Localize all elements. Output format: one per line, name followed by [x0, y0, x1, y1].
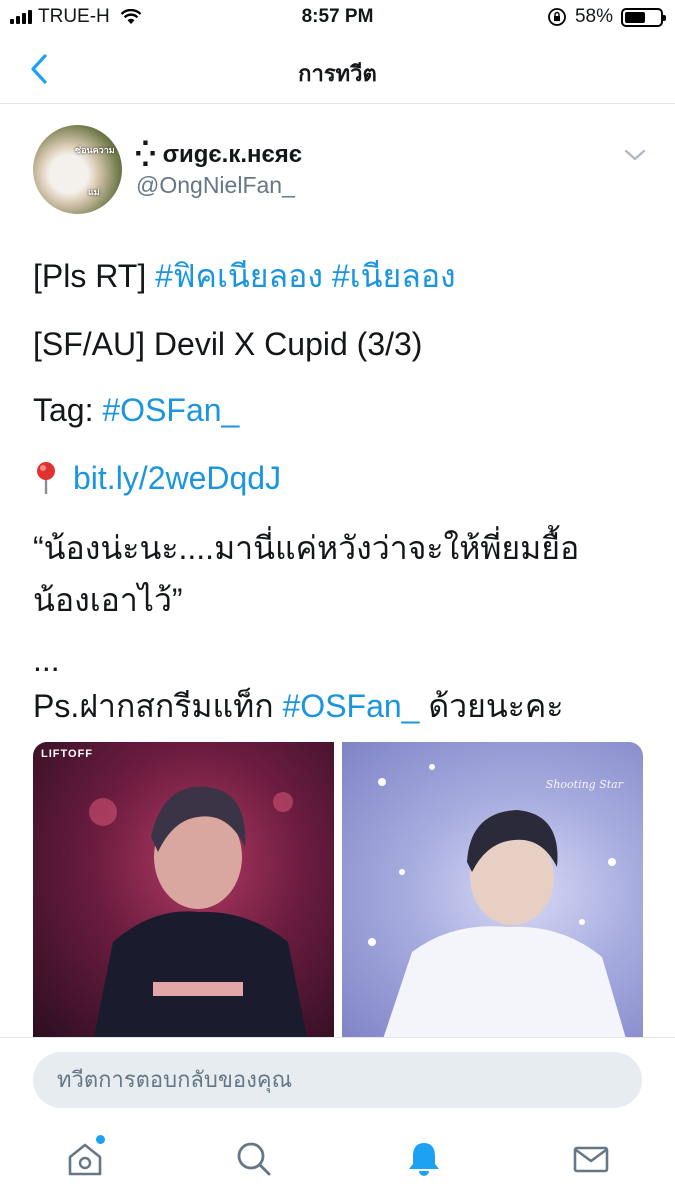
messages-icon [573, 1146, 609, 1173]
tab-bar [0, 1121, 675, 1200]
tweet-text: ... [33, 642, 60, 678]
hashtag-link[interactable]: #OSFan_ [102, 392, 239, 428]
photo-figure [368, 764, 627, 1042]
tab-notifications[interactable] [404, 1139, 444, 1179]
status-right: 58% [547, 6, 666, 28]
reply-composer: ทวีตการตอบกลับของคุณ [0, 1037, 675, 1121]
page-title: การทวีต [298, 61, 377, 86]
tab-search[interactable] [234, 1139, 274, 1179]
tweet-line: bit.ly/2weDqdJ [33, 458, 281, 498]
tweet-text: [Pls RT] [33, 258, 156, 294]
hashtag-link[interactable]: #ฟิคเนียลอง [155, 258, 323, 294]
tweet-text: [SF/AU] Devil X Cupid (3/3) [33, 326, 423, 362]
notifications-icon [409, 1143, 439, 1176]
media-photo[interactable]: LIFTOFF [33, 742, 334, 1042]
home-icon [68, 1143, 102, 1176]
battery-level [625, 11, 645, 23]
url-link[interactable]: bit.ly/2weDqdJ [73, 460, 281, 496]
avatar-caption: ซ่อนความ [75, 145, 115, 155]
tab-home[interactable] [65, 1135, 105, 1179]
orientation-lock-icon [548, 8, 566, 26]
hashtag-link[interactable]: #เนียลอง [332, 258, 456, 294]
notification-dot [96, 1135, 105, 1144]
tweet-line: Tag: #OSFan_ [33, 390, 239, 430]
search-icon [237, 1142, 271, 1176]
tab-messages[interactable] [571, 1139, 611, 1179]
battery-percent: 58% [574, 6, 613, 27]
tweet-text: ด้วยนะคะ [419, 688, 564, 724]
avatar-caption: แม่ [88, 187, 100, 197]
tweet-line: [Pls RT] #ฟิคเนียลอง #เนียลอง [33, 256, 456, 296]
reply-input[interactable]: ทวีตการตอบกลับของคุณ [33, 1052, 642, 1108]
tweet-text [323, 258, 332, 294]
battery-icon [621, 7, 666, 27]
avatar[interactable]: ซ่อนความ แม่ [33, 125, 122, 214]
author-handle[interactable]: @OngNielFan_ [136, 172, 295, 199]
hashtag-link[interactable]: #OSFan_ [283, 688, 420, 724]
photo-figure [89, 786, 308, 1042]
nav-bar: การทวีต [0, 36, 675, 104]
tweet-text: “น้องน่ะนะ....มานี่แค่หวังว่าจะให้พี่ยมย… [33, 530, 580, 566]
media-photo[interactable]: Shooting Star [342, 742, 643, 1042]
pushpin-icon [37, 462, 55, 494]
chevron-down-icon[interactable] [623, 145, 647, 165]
tweet-text: Tag: [33, 392, 103, 428]
author-display-name[interactable]: ⁛ σиgє.к.нєяє [135, 140, 302, 169]
tweet-media: LIFTOFF Shooting Star [33, 742, 643, 1042]
tweet-text: น้องเอาไว้” [33, 582, 183, 618]
tweet-line: Ps.ฝากสกรีมแท็ก #OSFan_ ด้วยนะคะ [33, 686, 564, 726]
status-bar: TRUE-H 8:57 PM 58% [0, 0, 675, 36]
tweet-text: Ps.ฝากสกรีมแท็ก [33, 688, 283, 724]
